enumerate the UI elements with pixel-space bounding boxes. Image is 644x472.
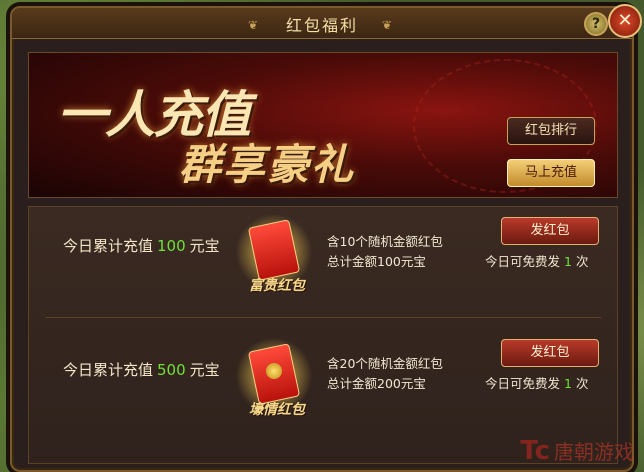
row-divider [45, 317, 601, 318]
packet-description-line1: 含10个随机金额红包 [327, 234, 443, 249]
reward-row: 今日累计充值 500 元宝 壕情红包 含20个随机金额红包 总计金额200元宝 发红… [29, 331, 617, 441]
reward-row: 今日累计充值 100 元宝 富贵红包 含10个随机金额红包 总计金额100元宝 发红… [29, 207, 617, 317]
free-send-prefix: 今日可免费发 [485, 254, 561, 269]
title-ornament-right-icon: ❦ [382, 18, 393, 32]
site-watermark: Tc 唐朝游戏 [520, 436, 634, 466]
red-packet-ranking-button[interactable]: 红包排行 [507, 117, 595, 145]
free-send-number: 1 [564, 376, 572, 391]
requirement-prefix: 今日累计充值 [63, 361, 154, 379]
free-send-count: 今日可免费发 1 次 [485, 251, 588, 270]
watermark-text: 唐朝游戏 [554, 440, 634, 464]
requirement-unit: 元宝 [189, 361, 220, 379]
free-send-count: 今日可免费发 1 次 [485, 373, 588, 392]
help-button[interactable]: ? [584, 12, 608, 36]
recharge-requirement: 今日累计充值 500 元宝 [63, 359, 220, 380]
banner-headline-line2: 群享豪礼 [179, 140, 356, 189]
requirement-prefix: 今日累计充值 [63, 237, 154, 255]
recharge-requirement: 今日累计充值 100 元宝 [63, 235, 220, 256]
reward-list: 今日累计充值 100 元宝 富贵红包 含10个随机金额红包 总计金额100元宝 发红… [28, 206, 618, 464]
packet-description-line2: 总计金额200元宝 [327, 376, 426, 391]
recharge-now-button[interactable]: 马上充值 [507, 159, 595, 187]
envelope-caption: 壕情红包 [249, 402, 305, 418]
free-send-number: 1 [564, 254, 572, 269]
free-send-unit: 次 [575, 376, 589, 391]
red-packet-welfare-window: ❦ 红包福利 ❦ ? ✕ 一人充值 群享豪礼 红包排行 马上充值 今日累计充值 1… [10, 4, 642, 472]
envelope-caption: 富贵红包 [249, 278, 305, 294]
red-envelope-icon: 壕情红包 [229, 331, 319, 421]
free-send-prefix: 今日可免费发 [485, 376, 561, 391]
packet-description-line2: 总计金额100元宝 [327, 254, 426, 269]
packet-description-line1: 含20个随机金额红包 [327, 356, 443, 371]
free-send-unit: 次 [575, 254, 589, 269]
requirement-amount: 100 [157, 237, 186, 255]
requirement-amount: 500 [157, 361, 186, 379]
close-button[interactable]: ✕ [608, 4, 642, 38]
red-envelope-icon: 富贵红包 [229, 207, 319, 297]
send-red-packet-button[interactable]: 发红包 [501, 217, 599, 245]
requirement-unit: 元宝 [189, 237, 220, 255]
watermark-logo: Tc [520, 436, 550, 466]
titlebar: ❦ 红包福利 ❦ ? [12, 8, 632, 39]
window-title: 红包福利 [285, 16, 358, 35]
promo-banner: 一人充值 群享豪礼 红包排行 马上充值 [28, 52, 618, 198]
send-red-packet-button[interactable]: 发红包 [501, 339, 599, 367]
